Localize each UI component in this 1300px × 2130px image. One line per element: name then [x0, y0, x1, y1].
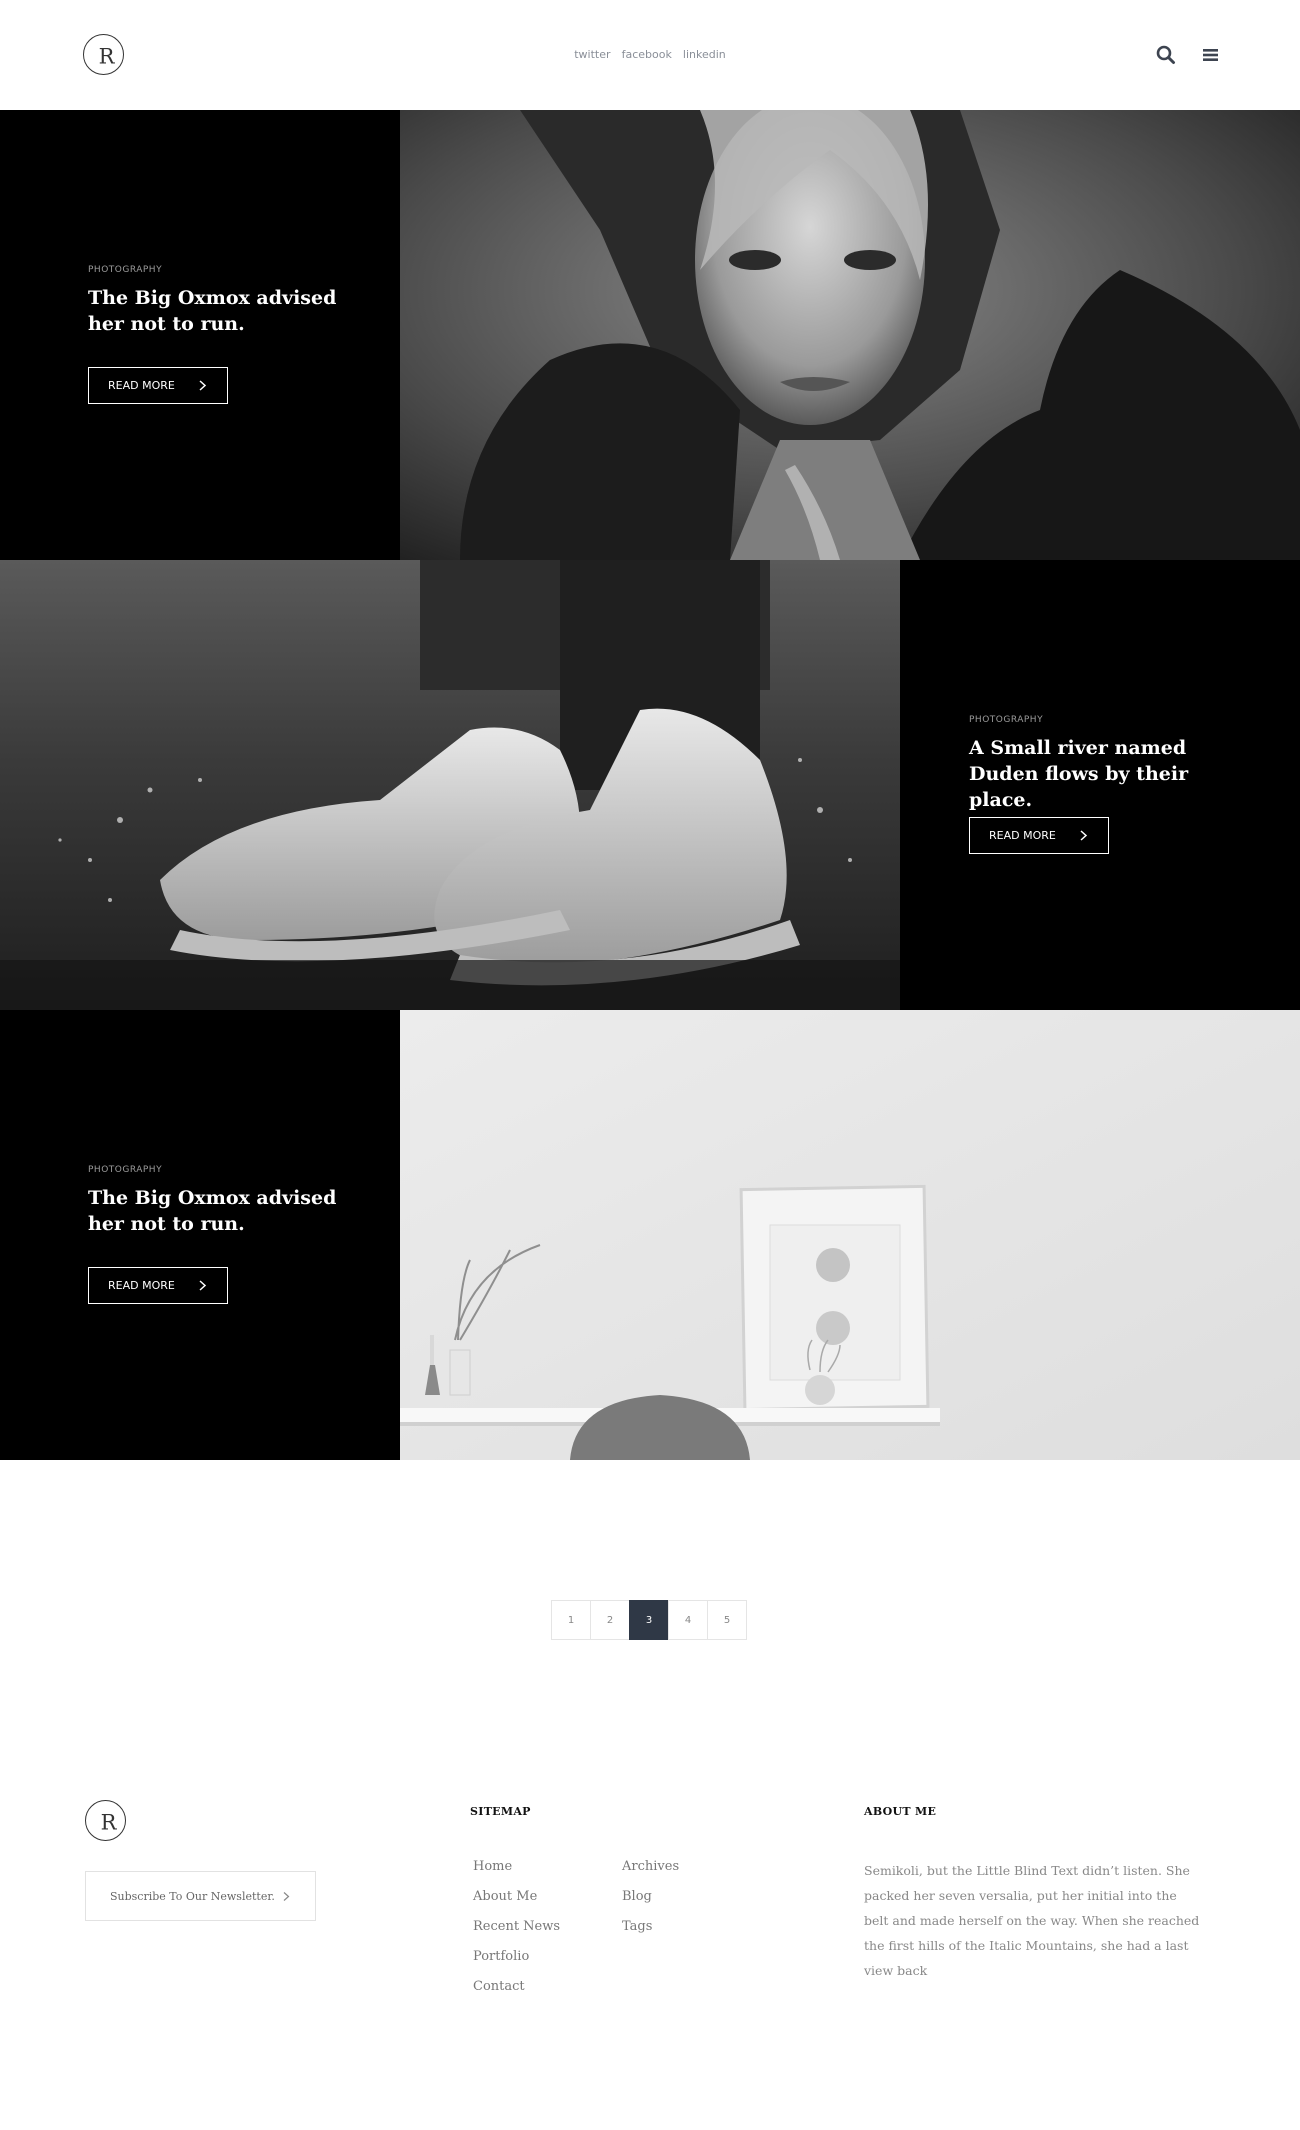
- post-row-3: PHOTOGRAPHY The Big Oxmox advised her no…: [0, 1010, 1300, 1460]
- about-me-text: Semikoli, but the Little Blind Text didn…: [864, 1863, 1200, 1978]
- footer-logo[interactable]: R: [85, 1800, 126, 1841]
- footer-link-recent-news[interactable]: Recent News: [473, 1919, 560, 1949]
- read-more-label: READ MORE: [989, 829, 1056, 842]
- post-2-category[interactable]: PHOTOGRAPHY: [969, 715, 1249, 725]
- read-more-label: READ MORE: [108, 1279, 175, 1292]
- sneakers-splash-image: [0, 560, 900, 1010]
- post-2-panel: PHOTOGRAPHY A Small river named Duden fl…: [900, 560, 1300, 1010]
- footer-link-about-me[interactable]: About Me: [473, 1889, 560, 1919]
- sitemap-column-1: Home About Me Recent News Portfolio Cont…: [473, 1859, 560, 2009]
- pagination: 1 2 3 4 5: [551, 1600, 747, 1640]
- post-row-2: PHOTOGRAPHY A Small river named Duden fl…: [0, 560, 1300, 1010]
- post-1-panel: PHOTOGRAPHY The Big Oxmox advised her no…: [0, 110, 400, 560]
- social-link-linkedin[interactable]: linkedin: [683, 48, 726, 61]
- post-1-image[interactable]: [400, 110, 1300, 560]
- footer-link-blog[interactable]: Blog: [622, 1889, 679, 1919]
- footer-link-archives[interactable]: Archives: [622, 1859, 679, 1889]
- page-link-4[interactable]: 4: [668, 1600, 708, 1640]
- post-1-text: PHOTOGRAPHY The Big Oxmox advised her no…: [88, 265, 348, 337]
- post-2-text: PHOTOGRAPHY A Small river named Duden fl…: [969, 715, 1249, 813]
- chevron-right-icon: [283, 1892, 290, 1901]
- social-link-twitter[interactable]: twitter: [574, 48, 610, 61]
- minimal-desk-image: [400, 1010, 1300, 1460]
- hamburger-menu-icon[interactable]: [1200, 44, 1222, 66]
- post-2-title[interactable]: A Small river named Duden flows by their…: [969, 735, 1249, 813]
- chevron-right-icon: [1080, 830, 1088, 841]
- post-3-category[interactable]: PHOTOGRAPHY: [88, 1165, 348, 1175]
- footer-link-home[interactable]: Home: [473, 1859, 560, 1889]
- footer-link-tags[interactable]: Tags: [622, 1919, 679, 1949]
- chevron-right-icon: [199, 1280, 207, 1291]
- page-link-2[interactable]: 2: [590, 1600, 630, 1640]
- page-link-3-current[interactable]: 3: [629, 1600, 669, 1640]
- sitemap-heading: SITEMAP: [470, 1805, 531, 1818]
- logo-letter: R: [100, 1809, 117, 1834]
- post-1-title[interactable]: The Big Oxmox advised her not to run.: [88, 285, 348, 337]
- social-links: twitter facebook linkedin: [0, 48, 1300, 61]
- search-icon[interactable]: [1155, 44, 1177, 66]
- footer-link-contact[interactable]: Contact: [473, 1979, 560, 2009]
- about-me-heading: ABOUT ME: [864, 1805, 937, 1818]
- post-3-panel: PHOTOGRAPHY The Big Oxmox advised her no…: [0, 1010, 400, 1460]
- post-1-category[interactable]: PHOTOGRAPHY: [88, 265, 348, 275]
- post-1-read-more-button[interactable]: READ MORE: [88, 367, 228, 404]
- post-3-text: PHOTOGRAPHY The Big Oxmox advised her no…: [88, 1165, 348, 1237]
- site-header: R twitter facebook linkedin: [0, 0, 1300, 110]
- social-link-facebook[interactable]: facebook: [622, 48, 672, 61]
- chevron-right-icon: [199, 380, 207, 391]
- page-link-1[interactable]: 1: [551, 1600, 591, 1640]
- post-row-1: PHOTOGRAPHY The Big Oxmox advised her no…: [0, 110, 1300, 560]
- post-2-image[interactable]: [0, 560, 900, 1010]
- page-link-5[interactable]: 5: [707, 1600, 747, 1640]
- post-3-title[interactable]: The Big Oxmox advised her not to run.: [88, 1185, 348, 1237]
- post-2-read-more-button[interactable]: READ MORE: [969, 817, 1109, 854]
- post-3-read-more-button[interactable]: READ MORE: [88, 1267, 228, 1304]
- woman-portrait-image: [400, 110, 1300, 560]
- post-3-image[interactable]: [400, 1010, 1300, 1460]
- newsletter-subscribe-button[interactable]: Subscribe To Our Newsletter.: [85, 1871, 316, 1921]
- footer-link-portfolio[interactable]: Portfolio: [473, 1949, 560, 1979]
- sitemap-column-2: Archives Blog Tags: [622, 1859, 679, 1949]
- read-more-label: READ MORE: [108, 379, 175, 392]
- newsletter-label: Subscribe To Our Newsletter.: [110, 1889, 275, 1903]
